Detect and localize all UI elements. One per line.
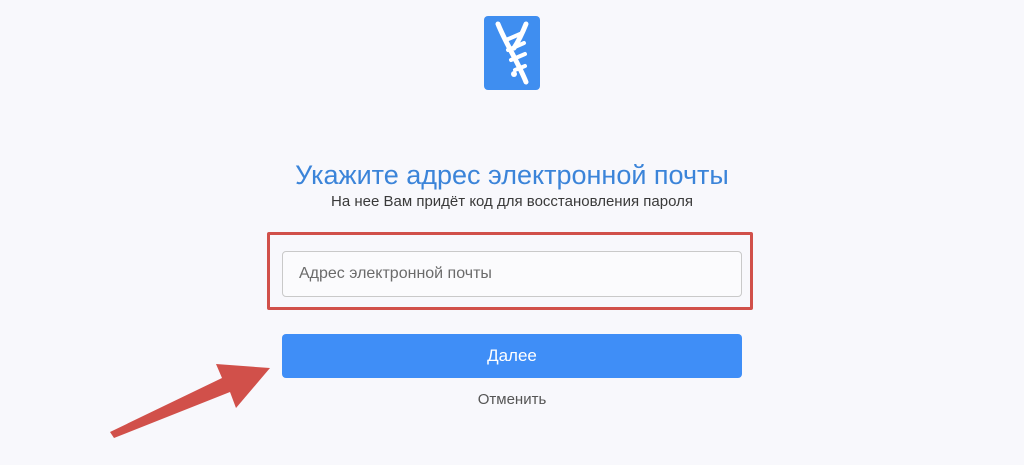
page-title: Укажите адрес электронной почты: [295, 160, 729, 190]
cancel-link[interactable]: Отменить: [0, 391, 1024, 408]
page-subtitle: На нее Вам придёт код для восстановления…: [331, 193, 693, 210]
email-input[interactable]: [282, 251, 742, 297]
next-button[interactable]: Далее: [282, 334, 742, 378]
brand-logo-icon: [484, 16, 540, 90]
recovery-page: Укажите адрес электронной почты На нее В…: [0, 0, 1024, 465]
